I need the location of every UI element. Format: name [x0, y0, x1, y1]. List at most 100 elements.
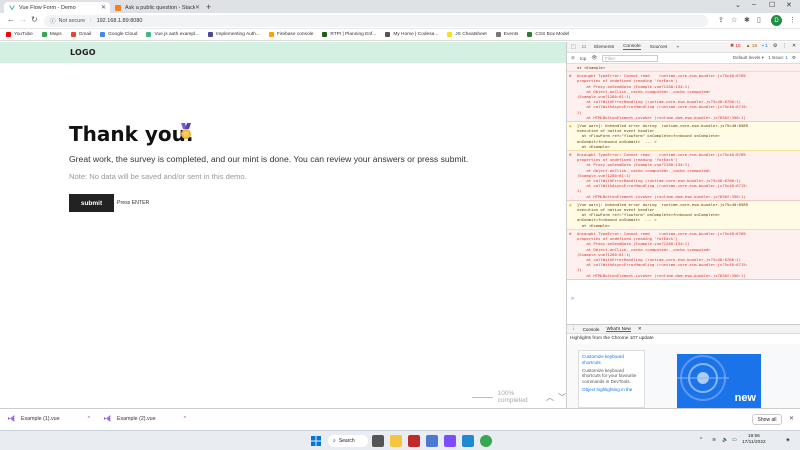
- show-all-button[interactable]: Show all: [752, 414, 782, 425]
- more-tabs-icon[interactable]: »: [676, 45, 679, 50]
- submit-button[interactable]: submit: [69, 194, 114, 212]
- bookmark-label: Vue.js auth exampl...: [154, 32, 200, 37]
- store-icon[interactable]: [426, 435, 438, 447]
- close-drawer-tab-icon[interactable]: ✕: [638, 326, 642, 332]
- bookmark-item[interactable]: CSS Box Model: [527, 32, 569, 37]
- bookmark-item[interactable]: Google Cloud: [100, 32, 137, 37]
- address-bar[interactable]: ⓘ Not secure | 192.168.1.89:8080: [44, 15, 708, 27]
- bookmark-item[interactable]: My Home | Codesa...: [385, 32, 438, 37]
- tab-sources[interactable]: Sources: [650, 45, 668, 50]
- visual-studio-icon[interactable]: [444, 435, 456, 447]
- bookmark-item[interactable]: Firebase console: [268, 32, 313, 37]
- volume-icon[interactable]: 🔈: [722, 437, 728, 443]
- download-item[interactable]: Example (2).vue ^: [104, 415, 186, 422]
- chrome-icon[interactable]: [480, 435, 492, 447]
- console-error[interactable]: ⊗ Uncaught TypeError: Cannot read runtime…: [567, 72, 800, 123]
- bookmark-item[interactable]: YouTube: [6, 32, 33, 37]
- console-filter-bar: ⊘ top 👁 Filter Default levels ▾ 1 Issue:…: [567, 53, 800, 64]
- log-levels-dropdown[interactable]: Default levels ▾: [733, 55, 764, 61]
- file-explorer-icon[interactable]: [390, 435, 402, 447]
- close-tab-icon[interactable]: ✕: [195, 4, 200, 11]
- console-settings-icon[interactable]: ⚙: [792, 55, 796, 61]
- devtools-badges[interactable]: ✖ 15 ▲ 15 ▪ 1 ⚙ ⋮ ✕: [730, 44, 796, 49]
- device-toolbar-icon[interactable]: ▭: [582, 45, 587, 50]
- windows-start-icon[interactable]: [310, 435, 322, 447]
- issues-button[interactable]: 1 Issue: 1: [768, 55, 788, 61]
- wifi-icon[interactable]: ≋: [712, 437, 716, 443]
- chevron-down-icon[interactable]: ﹀: [558, 392, 566, 403]
- new-tab-button[interactable]: +: [206, 2, 211, 12]
- chevron-up-icon[interactable]: ^: [88, 416, 90, 422]
- minimize-button[interactable]: –: [752, 1, 756, 8]
- error-icon: ⊗: [569, 230, 572, 236]
- card-link[interactable]: Object highlighting in the: [582, 387, 641, 393]
- console-prompt[interactable]: >: [567, 296, 800, 302]
- close-window-button[interactable]: ✕: [786, 1, 792, 9]
- bookmark-item[interactable]: JS Cheatsheet: [447, 32, 487, 37]
- taskbar-search[interactable]: ⌕ Search: [328, 435, 368, 447]
- browser-tab[interactable]: Ask a public question - Stack Ov ✕: [110, 2, 204, 13]
- site-logo[interactable]: LOGO: [70, 48, 96, 57]
- console-error[interactable]: ⊗ Uncaught TypeError: Cannot read runtime…: [567, 229, 800, 280]
- vscode-icon[interactable]: [462, 435, 474, 447]
- vscode-file-icon: [104, 415, 111, 422]
- tab-console[interactable]: Console: [623, 44, 641, 50]
- download-item[interactable]: Example (1).vue ^: [8, 415, 90, 422]
- inspect-icon[interactable]: ⬚: [571, 45, 576, 50]
- settings-gear-icon[interactable]: ⚙: [773, 44, 777, 49]
- console-warning[interactable]: ▲ [Vue warn]: Unhandled error during runt…: [567, 122, 800, 152]
- devtools-menu-icon[interactable]: ⋮: [782, 44, 787, 49]
- reload-button[interactable]: ↻: [31, 15, 38, 24]
- forward-button[interactable]: →: [19, 15, 27, 24]
- bookmark-favicon-icon: [385, 32, 391, 37]
- taskbar-clock[interactable]: 19:56 17/11/2022: [742, 434, 766, 446]
- eye-icon[interactable]: 👁: [591, 55, 597, 61]
- error-icon: ⊗: [569, 73, 572, 79]
- tray-chevron-icon[interactable]: ^: [700, 437, 702, 443]
- task-view-icon[interactable]: [372, 435, 384, 447]
- console-warning[interactable]: ▲ [Vue warn]: Unhandled error during runt…: [567, 200, 800, 230]
- filter-input[interactable]: Filter: [602, 54, 659, 62]
- close-downloads-icon[interactable]: ✕: [789, 415, 794, 422]
- bookmark-favicon-icon: [495, 32, 501, 37]
- drawer-tab-console[interactable]: Console: [583, 327, 600, 332]
- vscode-file-icon: [8, 415, 15, 422]
- console-line: at <Example>: [577, 222, 610, 228]
- close-tab-icon[interactable]: ✕: [101, 4, 106, 11]
- clear-console-icon[interactable]: ⊘: [571, 55, 575, 61]
- chevron-up-icon[interactable]: ︿: [546, 392, 554, 403]
- bookmark-item[interactable]: Vue.js auth exampl...: [146, 32, 199, 37]
- bookmark-item[interactable]: Maps: [41, 32, 62, 37]
- bookmark-item[interactable]: RTPI | Planning Enf...: [322, 32, 376, 37]
- chevron-up-icon[interactable]: ^: [184, 416, 186, 422]
- tab-elements[interactable]: Elements: [594, 45, 614, 50]
- bookmark-favicon-icon: [447, 32, 453, 37]
- menu-icon[interactable]: ⋮: [789, 16, 796, 24]
- bookmark-star-icon[interactable]: ☆: [731, 16, 737, 24]
- drawer-tab-whats-new[interactable]: What's New: [606, 326, 631, 332]
- back-button[interactable]: ←: [7, 15, 15, 24]
- bookmark-item[interactable]: Implementing Auth...: [208, 32, 260, 37]
- maximize-button[interactable]: ☐: [769, 1, 775, 9]
- filezilla-icon[interactable]: [408, 435, 420, 447]
- bookmark-item[interactable]: Gmail: [70, 32, 91, 37]
- notifications-icon[interactable]: ◈: [786, 437, 790, 443]
- profile-avatar[interactable]: D: [771, 15, 782, 26]
- warning-icon: ▲: [569, 123, 572, 129]
- bookmark-label: Maps: [49, 32, 62, 37]
- console-error[interactable]: ⊗ Uncaught TypeError: Cannot read runtime…: [567, 151, 800, 201]
- extensions-icon[interactable]: ✱: [744, 16, 750, 24]
- share-icon[interactable]: ⇪: [718, 16, 724, 24]
- browser-tab-active[interactable]: Vue Flow Form - Demo ✕: [4, 2, 110, 13]
- bookmark-item[interactable]: Events: [495, 32, 519, 37]
- context-selector[interactable]: top: [580, 56, 586, 61]
- tab-search-icon[interactable]: ⌄: [735, 1, 741, 9]
- drawer-menu-icon[interactable]: ⋮: [571, 326, 576, 332]
- battery-icon[interactable]: ▭: [732, 437, 737, 443]
- console-error[interactable]: at <Example>: [567, 64, 800, 73]
- card-link[interactable]: Customize keyboard shortcuts: [582, 354, 641, 366]
- close-devtools-icon[interactable]: ✕: [792, 44, 796, 49]
- sidepanel-icon[interactable]: ▯: [757, 16, 761, 24]
- bookmark-label: Events: [503, 32, 519, 37]
- bookmark-label: My Home | Codesa...: [393, 32, 439, 37]
